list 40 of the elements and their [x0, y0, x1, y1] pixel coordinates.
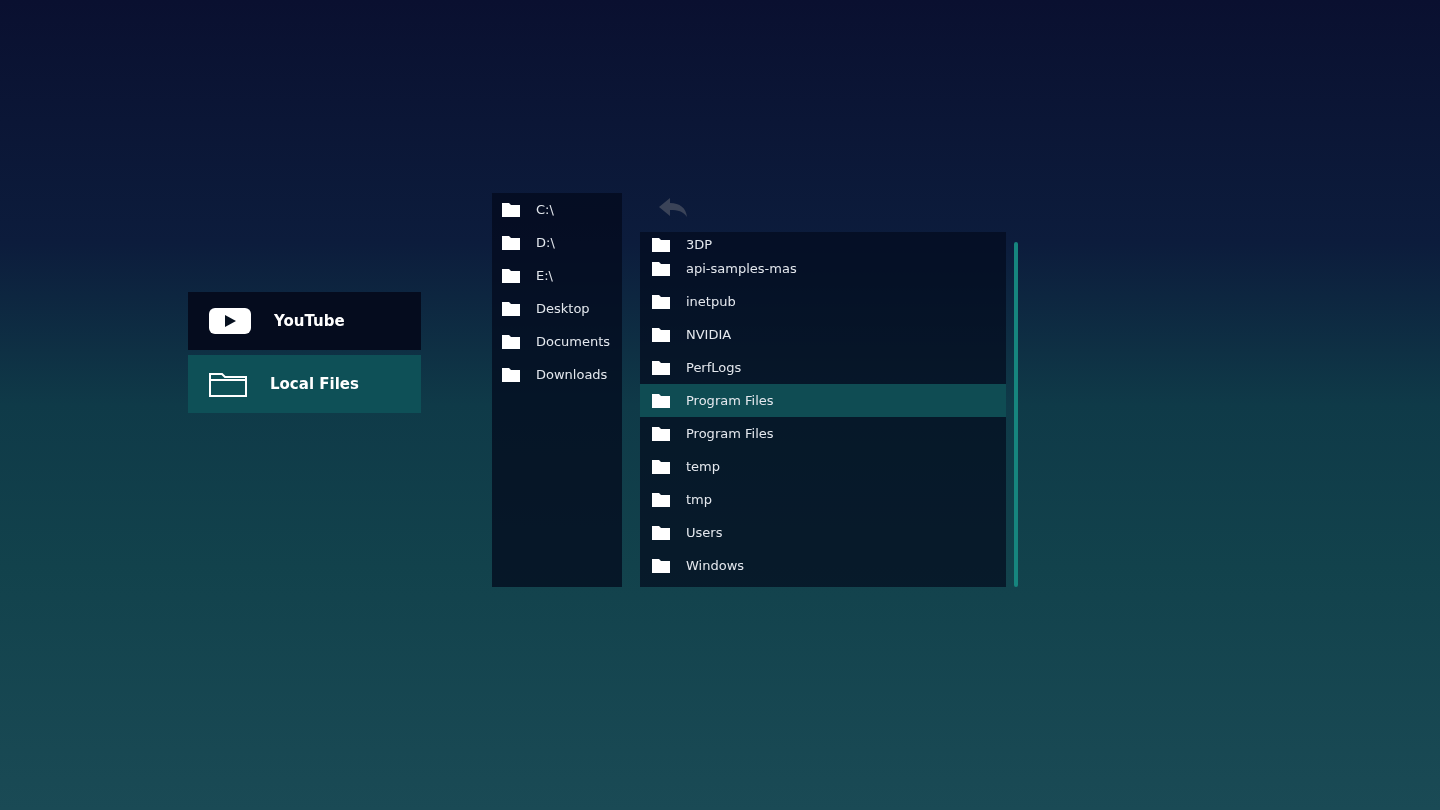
folder-item[interactable]: 3DP — [640, 232, 1006, 252]
drive-item[interactable]: Desktop — [492, 292, 622, 325]
drive-item[interactable]: C:\ — [492, 193, 622, 226]
folder-icon — [652, 294, 670, 309]
folder-item[interactable]: Windows — [640, 549, 1006, 582]
folder-icon — [502, 268, 520, 283]
folder-icon — [652, 459, 670, 474]
folder-item[interactable]: Users — [640, 516, 1006, 549]
folder-icon — [502, 235, 520, 250]
scrollbar[interactable] — [1014, 242, 1018, 587]
folder-icon — [502, 202, 520, 217]
back-arrow-icon[interactable] — [658, 197, 688, 219]
folder-item[interactable]: NVIDIA — [640, 318, 1006, 351]
folder-icon — [208, 370, 248, 398]
folder-icon — [652, 426, 670, 441]
folder-item[interactable]: inetpub — [640, 285, 1006, 318]
folder-item[interactable]: temp — [640, 450, 1006, 483]
folder-icon — [502, 301, 520, 316]
folder-item[interactable]: Program Files — [640, 384, 1006, 417]
drive-item[interactable]: Downloads — [492, 358, 622, 391]
play-icon — [208, 307, 252, 335]
folder-icon — [652, 238, 670, 252]
folder-icon — [502, 334, 520, 349]
folder-icon — [652, 525, 670, 540]
folder-item[interactable]: tmp — [640, 483, 1006, 516]
drive-item[interactable]: E:\ — [492, 259, 622, 292]
folder-item[interactable]: api-samples-mas — [640, 252, 1006, 285]
drive-item[interactable]: D:\ — [492, 226, 622, 259]
folder-icon — [652, 327, 670, 342]
folder-icon — [652, 393, 670, 408]
menu-item[interactable]: Local Files — [188, 355, 421, 413]
folder-icon — [652, 261, 670, 276]
folder-icon — [652, 360, 670, 375]
folder-icon — [652, 492, 670, 507]
menu-item[interactable]: YouTube — [188, 292, 421, 350]
folder-icon — [652, 558, 670, 573]
folder-icon — [502, 367, 520, 382]
folder-item[interactable]: Program Files — [640, 417, 1006, 450]
folder-item[interactable]: PerfLogs — [640, 351, 1006, 384]
drive-item[interactable]: Documents — [492, 325, 622, 358]
